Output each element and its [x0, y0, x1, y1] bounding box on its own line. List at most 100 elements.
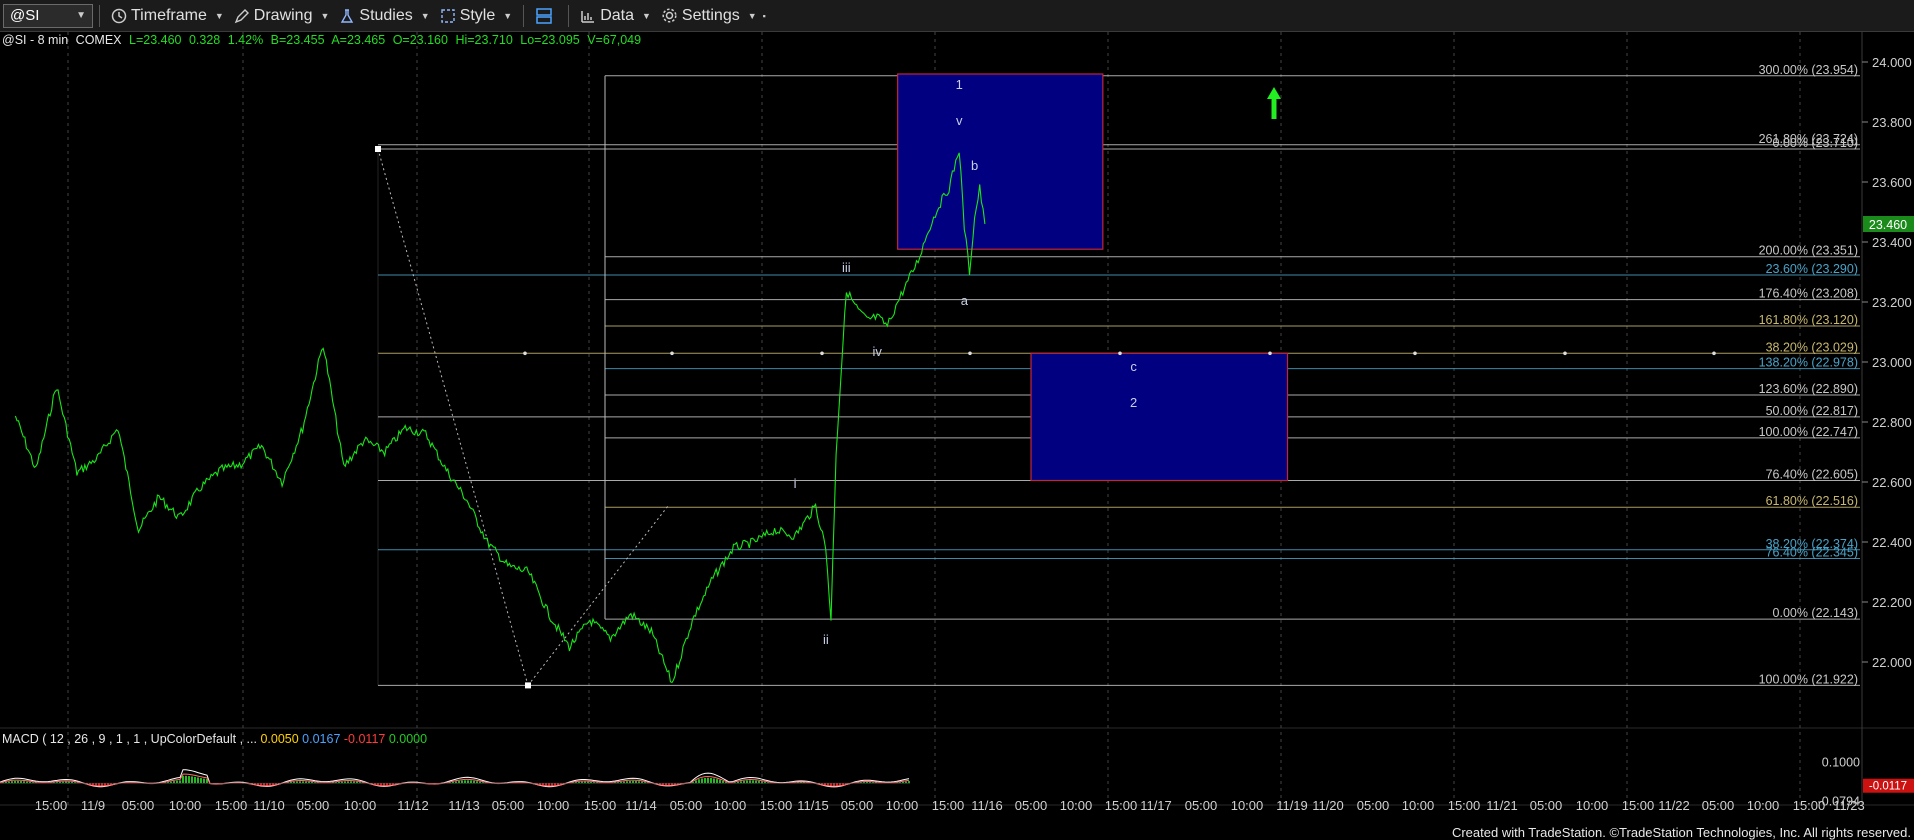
time-tick-label: 15:00 — [1448, 798, 1481, 813]
time-tick-label: 15:00 — [932, 798, 965, 813]
trendline-handle — [375, 146, 381, 152]
macd-zero: 0.0000 — [388, 732, 428, 746]
wave-label: iv — [872, 344, 882, 359]
time-tick-label: 05:00 — [841, 798, 874, 813]
time-tick-label: 11/21 — [1486, 798, 1518, 813]
wave-label: i — [794, 476, 797, 491]
macd-value-marker-label: -0.0117 — [1869, 781, 1907, 793]
price-tick-label: 23.200 — [1872, 295, 1912, 310]
macd-axis-label: 0.1000 — [1822, 755, 1860, 769]
time-tick-label: 11/17 — [1140, 798, 1172, 813]
fib-level-label: 61.80% (22.516) — [1766, 494, 1858, 508]
macd-axis-label: -0.0794 — [1818, 795, 1860, 809]
time-tick-label: 10:00 — [537, 798, 570, 813]
time-tick-label: 05:00 — [1185, 798, 1218, 813]
fib-level-label: 76.40% (22.605) — [1766, 468, 1858, 482]
overflow-dot: ▪ — [762, 10, 766, 21]
fib-level-label: 300.00% (23.954) — [1759, 63, 1858, 77]
chevron-down-icon: ▼ — [76, 10, 86, 21]
chevron-down-icon: ▼ — [641, 10, 651, 21]
wave-label: v — [956, 113, 963, 128]
time-tick-label: 11/19 — [1276, 798, 1308, 813]
time-axis: 15:00 11/9 05:00 10:00 15:00 11/10 05:00 10:00 1… — [35, 798, 1865, 813]
wave-label: c — [1130, 359, 1137, 374]
layout-icon — [536, 7, 552, 24]
time-tick-label: 05:00 — [1015, 798, 1048, 813]
time-tick-label: 11/13 — [448, 798, 480, 813]
time-tick-label: 10:00 — [1060, 798, 1093, 813]
time-tick-label: 10:00 — [1576, 798, 1609, 813]
copyright-footer: Created with TradeStation. ©TradeStation… — [1451, 825, 1911, 840]
level-marker-dot — [1563, 351, 1567, 356]
toolbar-separator — [568, 4, 570, 27]
symbol-info-bar: @SI - 8 min COMEX L=23.460 0.328 1.42% B… — [2, 33, 645, 47]
flask-icon — [341, 8, 354, 23]
macd-value: 0.0050 — [260, 732, 299, 746]
fib-level-label: 50.00% (22.817) — [1766, 404, 1858, 418]
symbol-text: @SI — [10, 7, 40, 24]
settings-menu[interactable]: Settings ▼ ▪ — [656, 3, 771, 29]
macd-signal: 0.0167 — [302, 732, 341, 746]
gear-icon — [662, 8, 677, 23]
time-tick-label: 11/16 — [971, 798, 1003, 813]
fib-level-label: 123.60% (22.890) — [1759, 382, 1858, 396]
time-tick-label: 05:00 — [1357, 798, 1390, 813]
toolbar-separator — [523, 4, 525, 27]
clock-icon — [111, 8, 127, 23]
level-marker-dot — [1118, 351, 1122, 356]
time-tick-label: 05:00 — [297, 798, 330, 813]
low-price: Lo=23.095 — [520, 33, 580, 47]
style-menu[interactable]: Style ▼ — [435, 3, 518, 29]
level-marker-dot — [820, 351, 824, 356]
time-tick-label: 05:00 — [492, 798, 525, 813]
drawing-label: Drawing — [253, 6, 313, 24]
symbol-selector[interactable]: @SI ▼ — [3, 3, 93, 28]
price-tick-label: 22.000 — [1872, 655, 1912, 670]
pct-change: 1.42% — [227, 33, 264, 47]
wave-label: 2 — [1130, 395, 1137, 410]
time-tick-label: 11/9 — [81, 798, 105, 813]
fib-level-label: 38.20% (23.029) — [1766, 340, 1858, 354]
level-marker-dot — [968, 351, 972, 356]
time-tick-label: 05:00 — [122, 798, 155, 813]
style-icon — [440, 8, 455, 23]
chevron-down-icon: ▼ — [747, 10, 757, 21]
studies-menu[interactable]: Studies ▼ — [334, 3, 434, 29]
fib-level-label: 76.40% (22.345) — [1766, 546, 1858, 560]
chevron-down-icon: ▼ — [320, 10, 330, 21]
wave-label: ii — [823, 632, 829, 647]
time-tick-label: 10:00 — [1231, 798, 1264, 813]
ask-price: A=23.465 — [331, 33, 386, 47]
price-tick-label: 24.000 — [1872, 55, 1912, 70]
macd-diff: -0.0117 — [343, 732, 386, 746]
chevron-down-icon: ▼ — [503, 10, 513, 21]
level-marker-dot — [1413, 351, 1417, 356]
wave-label: iii — [842, 260, 851, 275]
fib-level-label: 100.00% (22.747) — [1759, 425, 1858, 439]
chevron-down-icon: ▼ — [420, 10, 430, 21]
data-label: Data — [600, 6, 634, 24]
net-change: 0.328 — [188, 33, 221, 47]
last-price: L=23.460 — [129, 33, 182, 47]
time-tick-label: 10:00 — [344, 798, 377, 813]
time-tick-label: 11/22 — [1658, 798, 1690, 813]
style-label: Style — [459, 6, 496, 24]
fib-level-label: 0.00% (23.710) — [1773, 136, 1858, 150]
layout-button[interactable] — [530, 3, 562, 29]
time-tick-label: 10:00 — [1747, 798, 1780, 813]
price-chart[interactable]: 15:00 11/9 05:00 10:00 15:00 11/10 05:00 10:00 1… — [0, 32, 1914, 840]
toolbar: @SI ▼ Timeframe ▼ Drawing ▼ Studies ▼ Style… — [0, 0, 1914, 32]
wave-label: b — [971, 158, 978, 173]
macd-info-bar: MACD ( 12 , 26 , 9 , 1 , 1 , UpColorDefa… — [2, 732, 427, 746]
high-price: Hi=23.710 — [455, 33, 513, 47]
price-tick-label: 22.600 — [1872, 475, 1912, 490]
drawing-menu[interactable]: Drawing ▼ — [229, 3, 335, 29]
data-menu[interactable]: Data ▼ — [575, 3, 656, 29]
price-tick-label: 23.400 — [1872, 235, 1912, 250]
bar-chart-icon — [581, 10, 595, 23]
symbol-name: @SI - 8 min — [2, 33, 69, 47]
fib-level-label: 176.40% (23.208) — [1759, 287, 1858, 301]
timeframe-label: Timeframe — [131, 6, 207, 24]
timeframe-menu[interactable]: Timeframe ▼ — [106, 3, 229, 29]
time-tick-label: 10:00 — [714, 798, 747, 813]
